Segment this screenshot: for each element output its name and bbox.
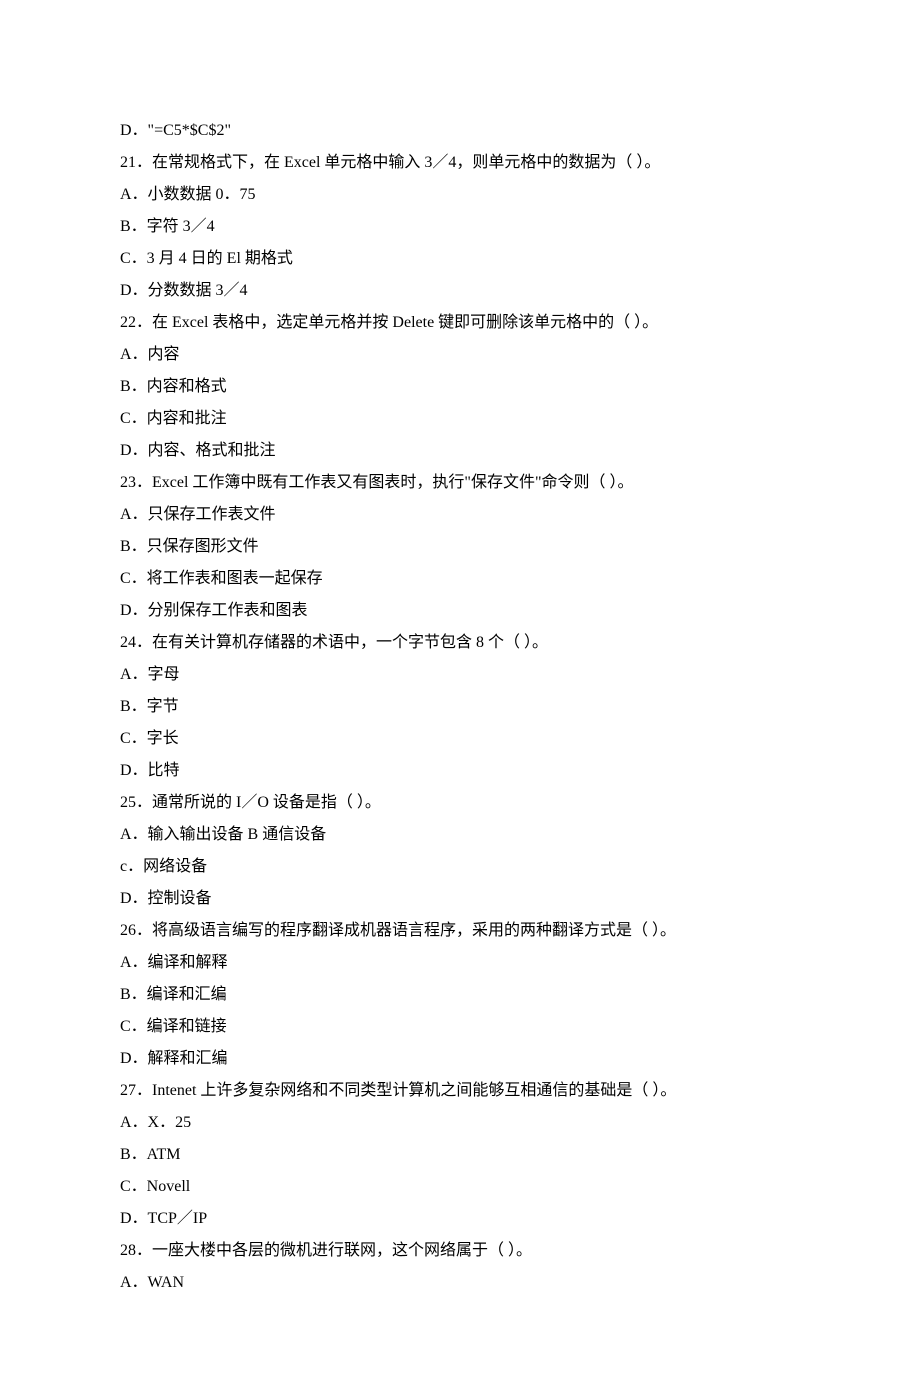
- text-line: D．"=C5*$C$2": [120, 115, 800, 147]
- text-line: A．小数数据 0．75: [120, 179, 800, 211]
- text-line: D．比特: [120, 755, 800, 787]
- text-line: B．内容和格式: [120, 371, 800, 403]
- text-line: C．将工作表和图表一起保存: [120, 563, 800, 595]
- text-line: D．TCP／IP: [120, 1203, 800, 1235]
- text-line: 26．将高级语言编写的程序翻译成机器语言程序，采用的两种翻译方式是（ ）。: [120, 915, 800, 947]
- text-line: C．Novell: [120, 1171, 800, 1203]
- text-line: A．只保存工作表文件: [120, 499, 800, 531]
- text-line: A．输入输出设备 B 通信设备: [120, 819, 800, 851]
- text-line: B．只保存图形文件: [120, 531, 800, 563]
- text-line: A．X．25: [120, 1107, 800, 1139]
- text-line: D．解释和汇编: [120, 1043, 800, 1075]
- text-line: 27．Intenet 上许多复杂网络和不同类型计算机之间能够互相通信的基础是（ …: [120, 1075, 800, 1107]
- text-line: A．编译和解释: [120, 947, 800, 979]
- text-line: B．编译和汇编: [120, 979, 800, 1011]
- text-line: D．控制设备: [120, 883, 800, 915]
- text-line: 23．Excel 工作簿中既有工作表又有图表时，执行"保存文件"命令则（ ）。: [120, 467, 800, 499]
- text-line: C．编译和链接: [120, 1011, 800, 1043]
- text-line: A．WAN: [120, 1267, 800, 1299]
- text-line: A．内容: [120, 339, 800, 371]
- text-line: 28．一座大楼中各层的微机进行联网，这个网络属于（ ）。: [120, 1235, 800, 1267]
- text-line: 25．通常所说的 I／O 设备是指（ ）。: [120, 787, 800, 819]
- text-line: c．网络设备: [120, 851, 800, 883]
- text-line: B．字符 3／4: [120, 211, 800, 243]
- text-line: C．内容和批注: [120, 403, 800, 435]
- text-line: 22．在 Excel 表格中，选定单元格并按 Delete 键即可删除该单元格中…: [120, 307, 800, 339]
- text-line: B．ATM: [120, 1139, 800, 1171]
- document-body: D．"=C5*$C$2" 21．在常规格式下，在 Excel 单元格中输入 3／…: [120, 115, 800, 1299]
- text-line: 21．在常规格式下，在 Excel 单元格中输入 3／4，则单元格中的数据为（ …: [120, 147, 800, 179]
- text-line: D．分数数据 3／4: [120, 275, 800, 307]
- text-line: A．字母: [120, 659, 800, 691]
- text-line: 24．在有关计算机存储器的术语中，一个字节包含 8 个（ ）。: [120, 627, 800, 659]
- text-line: D．分别保存工作表和图表: [120, 595, 800, 627]
- text-line: C．字长: [120, 723, 800, 755]
- text-line: B．字节: [120, 691, 800, 723]
- text-line: D．内容、格式和批注: [120, 435, 800, 467]
- text-line: C．3 月 4 日的 El 期格式: [120, 243, 800, 275]
